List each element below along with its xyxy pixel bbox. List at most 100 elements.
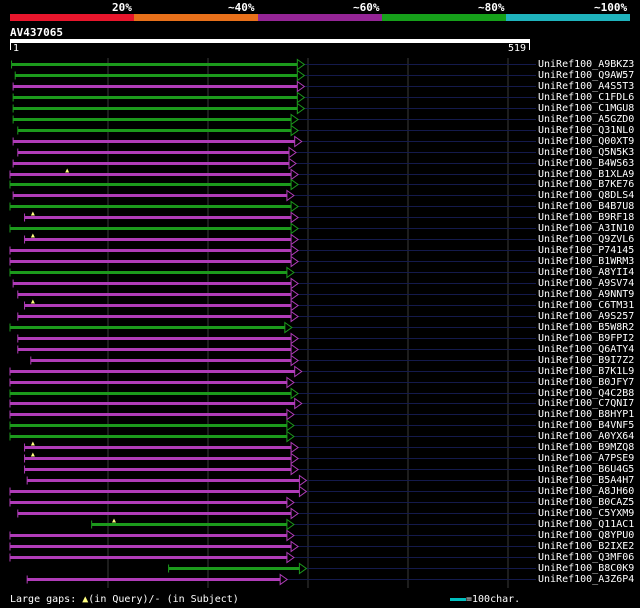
hit-name[interactable]: UniRef100_Q5N5K3 bbox=[538, 147, 634, 158]
hit-name[interactable]: UniRef100_C6TM31 bbox=[538, 300, 634, 311]
gap-legend: Large gaps: ▲(in Query)/- (in Subject) bbox=[10, 594, 239, 605]
hit-name[interactable]: UniRef100_Q8DLS4 bbox=[538, 190, 634, 201]
hit-name[interactable]: UniRef100_B7K1L9 bbox=[538, 366, 634, 377]
hit-arrow bbox=[286, 496, 295, 509]
hit-arrow bbox=[279, 573, 289, 586]
hit-arrow bbox=[290, 310, 299, 323]
hit-name[interactable]: UniRef100_Q3MF06 bbox=[538, 552, 634, 563]
hit-arrow bbox=[290, 463, 299, 476]
hit-arrow bbox=[296, 80, 306, 93]
query-gap-marker bbox=[65, 168, 70, 173]
hit-arrow bbox=[296, 58, 306, 71]
hit-name[interactable]: UniRef100_B5A4H7 bbox=[538, 475, 634, 486]
hit-arrow bbox=[290, 200, 299, 213]
hit-arrow bbox=[290, 332, 299, 345]
hit-name[interactable]: UniRef100_B4B7U8 bbox=[538, 201, 634, 212]
hit-arrow bbox=[290, 354, 299, 367]
hit-arrow bbox=[290, 124, 299, 137]
hit-name[interactable]: UniRef100_B9I7Z2 bbox=[538, 355, 634, 366]
hit-arrow bbox=[286, 189, 295, 202]
hit-name[interactable]: UniRef100_P74145 bbox=[538, 245, 634, 256]
hit-name[interactable]: UniRef100_A5GZD0 bbox=[538, 114, 634, 125]
hit-arrow bbox=[290, 540, 299, 553]
hit-name[interactable]: UniRef100_B9FPI2 bbox=[538, 333, 634, 344]
hit-name[interactable]: UniRef100_B6U4G5 bbox=[538, 464, 634, 475]
hit-name[interactable]: UniRef100_B7KE76 bbox=[538, 179, 634, 190]
hit-name[interactable]: UniRef100_C5YXM9 bbox=[538, 508, 634, 519]
gap-legend-subject: (in Subject) bbox=[160, 594, 239, 605]
hit-name[interactable]: UniRef100_A3IN10 bbox=[538, 223, 634, 234]
hit-name[interactable]: UniRef100_Q11AC1 bbox=[538, 519, 634, 530]
hit-name[interactable]: UniRef100_C7QNI7 bbox=[538, 398, 634, 409]
hit-arrow bbox=[290, 452, 299, 465]
hit-arrow bbox=[284, 321, 293, 334]
hit-name[interactable]: UniRef100_Q9ZVL6 bbox=[538, 234, 634, 245]
hit-arrow bbox=[290, 244, 299, 257]
hit-name[interactable]: UniRef100_Q31NL0 bbox=[538, 125, 634, 136]
hit-name[interactable]: UniRef100_B4WS63 bbox=[538, 158, 634, 169]
hit-arrow bbox=[290, 343, 299, 356]
hit-arrow bbox=[298, 474, 308, 487]
hit-name[interactable]: UniRef100_C1MGU8 bbox=[538, 103, 634, 114]
hit-name[interactable]: UniRef100_A9BKZ3 bbox=[538, 59, 634, 70]
hit-name[interactable]: UniRef100_A4S5T3 bbox=[538, 81, 634, 92]
scale-legend: =100char. bbox=[450, 594, 520, 605]
hit-arrow bbox=[294, 397, 303, 410]
query-gap-marker bbox=[112, 518, 116, 523]
hit-arrow bbox=[290, 168, 299, 181]
hit-arrow bbox=[286, 529, 295, 542]
hit-arrow bbox=[290, 211, 299, 224]
scale-swatch bbox=[450, 597, 466, 601]
hit-name[interactable]: UniRef100_Q9AW57 bbox=[538, 70, 634, 81]
hit-arrow bbox=[290, 387, 299, 400]
gap-legend-query: (in Query)/ bbox=[88, 594, 155, 605]
hit-arrow bbox=[290, 441, 299, 454]
hit-name[interactable]: UniRef100_B9RF18 bbox=[538, 212, 634, 223]
hit-name[interactable]: UniRef100_A9SV74 bbox=[538, 278, 634, 289]
hit-arrow bbox=[286, 266, 295, 279]
hit-name[interactable]: UniRef100_A9S257 bbox=[538, 311, 634, 322]
hit-name[interactable]: UniRef100_B0CAZ5 bbox=[538, 497, 634, 508]
hit-name[interactable]: UniRef100_A7PSE9 bbox=[538, 453, 634, 464]
hit-name[interactable]: UniRef100_B4VNF5 bbox=[538, 420, 634, 431]
hit-arrow bbox=[290, 222, 299, 235]
hit-arrow bbox=[290, 113, 299, 126]
hit-arrow bbox=[286, 551, 295, 564]
hit-arrow bbox=[286, 518, 295, 531]
query-gap-marker bbox=[30, 233, 35, 238]
query-gap-marker bbox=[30, 452, 35, 457]
hit-name[interactable]: UniRef100_A8YII4 bbox=[538, 267, 634, 278]
hit-arrow bbox=[286, 430, 295, 443]
hit-name[interactable]: UniRef100_Q6ATY4 bbox=[538, 344, 634, 355]
hit-name[interactable]: UniRef100_A3Z6P4 bbox=[538, 574, 634, 585]
hit-arrow bbox=[286, 376, 295, 389]
hit-arrow bbox=[288, 146, 297, 159]
hit-arrow bbox=[294, 135, 303, 148]
hit-name[interactable]: UniRef100_A8JH60 bbox=[538, 486, 634, 497]
hit-name[interactable]: UniRef100_B8HYP1 bbox=[538, 409, 634, 420]
hit-arrow bbox=[296, 91, 306, 104]
hit-name[interactable]: UniRef100_B8C0K9 bbox=[538, 563, 634, 574]
hit-arrow bbox=[298, 562, 308, 575]
hit-arrow bbox=[296, 69, 306, 82]
hit-name[interactable]: UniRef100_B5W8R2 bbox=[538, 322, 634, 333]
hit-name[interactable]: UniRef100_B1WRM3 bbox=[538, 256, 634, 267]
query-gap-marker bbox=[30, 299, 35, 304]
hit-name[interactable]: UniRef100_B9MZQ8 bbox=[538, 442, 634, 453]
gap-legend-label: Large gaps: bbox=[10, 594, 83, 605]
hit-arrow bbox=[288, 157, 297, 170]
hit-name[interactable]: UniRef100_Q00XT9 bbox=[538, 136, 634, 147]
hit-arrow bbox=[294, 365, 303, 378]
hit-arrow bbox=[290, 255, 299, 268]
hit-name[interactable]: UniRef100_Q8YPU0 bbox=[538, 530, 634, 541]
query-gap-marker bbox=[30, 211, 35, 216]
hit-name[interactable]: UniRef100_C1FDL6 bbox=[538, 92, 634, 103]
hit-arrow bbox=[290, 288, 299, 301]
hit-name[interactable]: UniRef100_A9NNT9 bbox=[538, 289, 634, 300]
hit-name[interactable]: UniRef100_A0YX64 bbox=[538, 431, 634, 442]
hit-name[interactable]: UniRef100_B0JFY7 bbox=[538, 377, 634, 388]
hit-arrow bbox=[290, 299, 299, 312]
scale-legend-label: =100char. bbox=[466, 594, 521, 605]
hit-name[interactable]: UniRef100_B2IXE2 bbox=[538, 541, 634, 552]
hit-arrow bbox=[298, 485, 308, 498]
